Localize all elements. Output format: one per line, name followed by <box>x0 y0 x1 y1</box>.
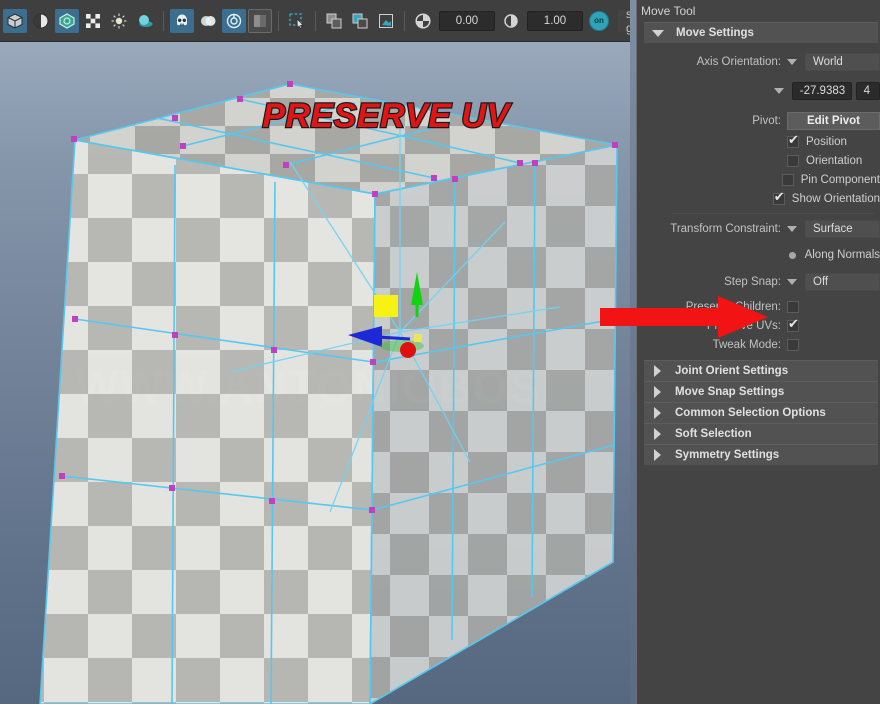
edit-pivot-button[interactable]: Edit Pivot <box>787 112 880 130</box>
viewport-column: 0.00 1.00 on sRGB gamma WWW.ANTONIOBOSI <box>0 0 667 704</box>
exposure-value[interactable]: 0.00 <box>439 10 495 31</box>
step-snap-value[interactable]: Off <box>805 273 880 291</box>
axis-angle-field-1[interactable]: -27.9383 <box>791 82 852 100</box>
shaded-cube-icon[interactable] <box>3 8 27 33</box>
chevron-right-icon[interactable] <box>654 365 661 377</box>
gamma-icon[interactable] <box>499 9 523 33</box>
along-normals-label: Along Normals <box>804 249 880 261</box>
pin-component-checkbox[interactable] <box>781 173 794 186</box>
divider-line <box>671 213 874 214</box>
transform-constraint-label: Transform Constraint: <box>670 223 781 235</box>
position-label: Position <box>806 135 847 148</box>
isolate-select-icon[interactable] <box>285 9 309 33</box>
show-orientation-label: Show Orientation <box>791 192 880 205</box>
transform-constraint-value[interactable]: Surface <box>805 220 880 238</box>
section-label: Soft Selection <box>675 428 752 440</box>
polygon-cube-object[interactable] <box>0 42 630 704</box>
3d-viewport[interactable]: WWW.ANTONIOBOSI <box>0 42 630 704</box>
xray-skull-icon[interactable] <box>170 8 194 33</box>
checkbox-row-pin-component[interactable]: Pin Component <box>637 170 880 189</box>
gamma-value[interactable]: 1.00 <box>527 10 583 31</box>
tweak-mode-checkbox[interactable] <box>787 338 799 351</box>
manipulator-center-handle[interactable] <box>414 334 422 342</box>
row-axis-orientation[interactable]: Axis Orientation: World <box>637 52 880 72</box>
pin-component-label: Pin Component <box>800 173 880 186</box>
orientation-checkbox[interactable] <box>787 154 799 167</box>
section-label: Move Settings <box>676 27 754 39</box>
show-orientation-checkbox[interactable] <box>772 190 785 205</box>
textured-icon[interactable] <box>55 8 79 33</box>
tool-title: Move Tool <box>641 4 696 18</box>
position-checkbox[interactable] <box>787 133 799 148</box>
chevron-down-icon[interactable] <box>787 59 797 65</box>
annotation-arrow-icon <box>600 296 768 338</box>
lighting-bulb-icon[interactable] <box>107 9 131 33</box>
checkbox-row-position[interactable]: Position <box>637 132 880 151</box>
row-transform-constraint[interactable]: Transform Constraint: Surface <box>637 219 880 239</box>
checkbox-row-orientation[interactable]: Orientation <box>637 151 880 170</box>
section-move-snap-settings[interactable]: Move Snap Settings <box>644 381 878 402</box>
section-label: Symmetry Settings <box>675 449 780 461</box>
toolbar-separator <box>163 10 164 31</box>
orientation-label: Orientation <box>806 154 863 167</box>
toolbar-separator <box>278 10 279 31</box>
section-move-settings[interactable]: Move Settings <box>644 22 878 43</box>
axis-orientation-label: Axis Orientation: <box>696 56 781 68</box>
chevron-right-icon[interactable] <box>654 428 661 440</box>
checkbox-row-show-orientation[interactable]: Show Orientation <box>637 189 880 208</box>
manipulator-plane-handle[interactable] <box>374 295 398 317</box>
section-label: Common Selection Options <box>675 407 826 419</box>
chevron-right-icon[interactable] <box>654 407 661 419</box>
screen-space-ao-icon[interactable] <box>222 8 246 33</box>
section-label: Joint Orient Settings <box>675 365 789 377</box>
manipulator-y-axis[interactable] <box>411 272 423 317</box>
shadows-sphere-icon[interactable] <box>133 9 157 33</box>
exposure-icon[interactable] <box>411 9 435 33</box>
section-joint-orient-settings[interactable]: Joint Orient Settings <box>644 360 878 381</box>
resolution-gate-icon[interactable] <box>374 9 398 33</box>
row-along-normals[interactable]: Along Normals <box>637 245 880 265</box>
section-soft-selection[interactable]: Soft Selection <box>644 423 878 444</box>
chevron-right-icon[interactable] <box>654 449 661 461</box>
tweak-mode-label: Tweak Mode: <box>712 338 781 351</box>
step-snap-label: Step Snap: <box>724 276 781 288</box>
row-pivot[interactable]: Pivot: Edit Pivot <box>637 111 880 131</box>
viewport-toolbar[interactable]: 0.00 1.00 on sRGB gamma <box>0 0 667 42</box>
toolbar-separator <box>315 10 316 31</box>
section-common-selection-options[interactable]: Common Selection Options <box>644 402 878 423</box>
chevron-down-icon[interactable] <box>787 226 797 232</box>
cube-face-front[interactable] <box>40 140 375 704</box>
color-management-toggle[interactable]: on <box>589 10 609 31</box>
grid-toggle-icon[interactable] <box>322 9 346 33</box>
preserve-uvs-checkbox[interactable] <box>787 317 799 332</box>
chevron-down-icon[interactable] <box>652 29 664 37</box>
wireframe-shaded-icon[interactable] <box>29 9 53 33</box>
motion-blur-icon[interactable] <box>248 8 272 33</box>
along-normals-radio[interactable] <box>788 251 796 259</box>
row-axis-angles[interactable]: -27.9383 4 <box>637 81 880 101</box>
section-symmetry-settings[interactable]: Symmetry Settings <box>644 444 878 465</box>
checker-texture-icon[interactable] <box>81 9 105 33</box>
chevron-right-icon[interactable] <box>654 386 661 398</box>
row-step-snap[interactable]: Step Snap: Off <box>637 272 880 292</box>
tool-settings-panel[interactable]: Move Tool Move Settings Axis Orientation… <box>637 0 880 704</box>
film-gate-icon[interactable] <box>348 9 372 33</box>
chevron-down-icon[interactable] <box>773 88 784 94</box>
xray-joints-icon[interactable] <box>196 9 220 33</box>
chevron-down-icon[interactable] <box>787 279 797 285</box>
annotation-title: PRESERVE UV <box>261 96 510 137</box>
toolbar-separator <box>404 10 405 31</box>
manipulator-z-axis[interactable] <box>400 342 416 358</box>
move-manipulator[interactable] <box>330 257 470 382</box>
section-label: Move Snap Settings <box>675 386 785 398</box>
axis-angle-field-2[interactable]: 4 <box>855 82 880 100</box>
preserve-children-checkbox[interactable] <box>787 300 799 313</box>
axis-orientation-value[interactable]: World <box>805 53 880 71</box>
pivot-label: Pivot: <box>752 115 781 127</box>
app-window: 0.00 1.00 on sRGB gamma WWW.ANTONIOBOSI <box>0 0 880 704</box>
